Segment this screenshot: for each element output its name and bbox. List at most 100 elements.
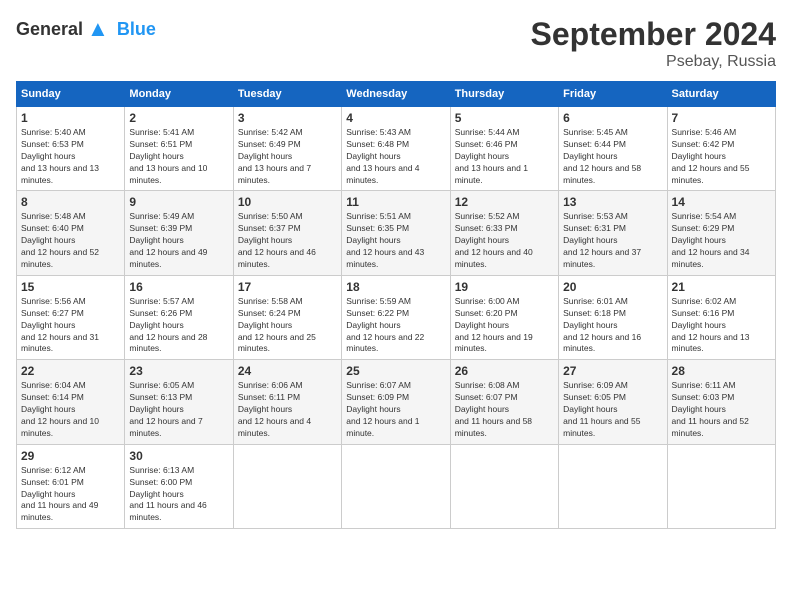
day-cell: 22 Sunrise: 6:04 AMSunset: 6:14 PMDayligh… — [17, 360, 125, 444]
day-info: Sunrise: 5:54 AMSunset: 6:29 PMDaylight … — [672, 211, 771, 270]
day-cell — [450, 444, 558, 528]
calendar-header-row: SundayMondayTuesdayWednesdayThursdayFrid… — [17, 82, 776, 107]
week-row-4: 22 Sunrise: 6:04 AMSunset: 6:14 PMDayligh… — [17, 360, 776, 444]
day-number: 4 — [346, 111, 445, 125]
day-number: 30 — [129, 449, 228, 463]
day-info: Sunrise: 5:42 AMSunset: 6:49 PMDaylight … — [238, 127, 337, 186]
day-cell — [342, 444, 450, 528]
day-info: Sunrise: 5:49 AMSunset: 6:39 PMDaylight … — [129, 211, 228, 270]
day-number: 13 — [563, 195, 662, 209]
day-info: Sunrise: 5:50 AMSunset: 6:37 PMDaylight … — [238, 211, 337, 270]
logo: General ▲ Blue — [16, 16, 156, 42]
day-number: 23 — [129, 364, 228, 378]
day-cell: 17 Sunrise: 5:58 AMSunset: 6:24 PMDayligh… — [233, 275, 341, 359]
week-row-5: 29 Sunrise: 6:12 AMSunset: 6:01 PMDayligh… — [17, 444, 776, 528]
calendar: SundayMondayTuesdayWednesdayThursdayFrid… — [16, 81, 776, 529]
day-number: 7 — [672, 111, 771, 125]
col-header-sunday: Sunday — [17, 82, 125, 107]
day-info: Sunrise: 5:44 AMSunset: 6:46 PMDaylight … — [455, 127, 554, 186]
day-info: Sunrise: 6:02 AMSunset: 6:16 PMDaylight … — [672, 296, 771, 355]
day-info: Sunrise: 5:59 AMSunset: 6:22 PMDaylight … — [346, 296, 445, 355]
day-cell: 21 Sunrise: 6:02 AMSunset: 6:16 PMDayligh… — [667, 275, 775, 359]
day-info: Sunrise: 5:56 AMSunset: 6:27 PMDaylight … — [21, 296, 120, 355]
day-number: 24 — [238, 364, 337, 378]
day-cell — [233, 444, 341, 528]
day-info: Sunrise: 6:04 AMSunset: 6:14 PMDaylight … — [21, 380, 120, 439]
day-number: 22 — [21, 364, 120, 378]
day-number: 12 — [455, 195, 554, 209]
day-cell: 14 Sunrise: 5:54 AMSunset: 6:29 PMDayligh… — [667, 191, 775, 275]
day-cell — [559, 444, 667, 528]
day-cell: 8 Sunrise: 5:48 AMSunset: 6:40 PMDaylight… — [17, 191, 125, 275]
day-cell: 27Sunrise: 6:09 AMSunset: 6:05 PMDayligh… — [559, 360, 667, 444]
day-info: Sunrise: 5:48 AMSunset: 6:40 PMDaylight … — [21, 211, 120, 270]
day-cell — [667, 444, 775, 528]
day-cell: 16Sunrise: 5:57 AMSunset: 6:26 PMDayligh… — [125, 275, 233, 359]
month-title: September 2024 — [531, 16, 776, 53]
day-cell: 5 Sunrise: 5:44 AMSunset: 6:46 PMDaylight… — [450, 107, 558, 191]
day-info: Sunrise: 6:05 AMSunset: 6:13 PMDaylight … — [129, 380, 228, 439]
day-info: Sunrise: 6:07 AMSunset: 6:09 PMDaylight … — [346, 380, 445, 439]
day-number: 25 — [346, 364, 445, 378]
day-info: Sunrise: 5:40 AMSunset: 6:53 PMDaylight … — [21, 127, 120, 186]
day-info: Sunrise: 5:46 AMSunset: 6:42 PMDaylight … — [672, 127, 771, 186]
day-info: Sunrise: 6:12 AMSunset: 6:01 PMDaylight … — [21, 465, 120, 524]
day-number: 14 — [672, 195, 771, 209]
location-title: Psebay, Russia — [531, 53, 776, 71]
day-info: Sunrise: 6:01 AMSunset: 6:18 PMDaylight … — [563, 296, 662, 355]
day-number: 9 — [129, 195, 228, 209]
col-header-tuesday: Tuesday — [233, 82, 341, 107]
day-cell: 3Sunrise: 5:42 AMSunset: 6:49 PMDaylight… — [233, 107, 341, 191]
day-cell: 7 Sunrise: 5:46 AMSunset: 6:42 PMDaylight… — [667, 107, 775, 191]
day-cell: 19Sunrise: 6:00 AMSunset: 6:20 PMDayligh… — [450, 275, 558, 359]
week-row-1: 1 Sunrise: 5:40 AMSunset: 6:53 PMDaylight… — [17, 107, 776, 191]
week-row-3: 15Sunrise: 5:56 AMSunset: 6:27 PMDayligh… — [17, 275, 776, 359]
day-info: Sunrise: 6:00 AMSunset: 6:20 PMDaylight … — [455, 296, 554, 355]
day-info: Sunrise: 5:45 AMSunset: 6:44 PMDaylight … — [563, 127, 662, 186]
day-info: Sunrise: 5:43 AMSunset: 6:48 PMDaylight … — [346, 127, 445, 186]
day-number: 20 — [563, 280, 662, 294]
day-cell: 23 Sunrise: 6:05 AMSunset: 6:13 PMDayligh… — [125, 360, 233, 444]
day-number: 10 — [238, 195, 337, 209]
day-cell: 12Sunrise: 5:52 AMSunset: 6:33 PMDayligh… — [450, 191, 558, 275]
day-cell: 15Sunrise: 5:56 AMSunset: 6:27 PMDayligh… — [17, 275, 125, 359]
day-cell: 24 Sunrise: 6:06 AMSunset: 6:11 PMDayligh… — [233, 360, 341, 444]
day-number: 28 — [672, 364, 771, 378]
col-header-saturday: Saturday — [667, 82, 775, 107]
day-cell: 30 Sunrise: 6:13 AMSunset: 6:00 PMDayligh… — [125, 444, 233, 528]
title-area: September 2024 Psebay, Russia — [531, 16, 776, 71]
day-info: Sunrise: 5:53 AMSunset: 6:31 PMDaylight … — [563, 211, 662, 270]
day-info: Sunrise: 6:06 AMSunset: 6:11 PMDaylight … — [238, 380, 337, 439]
day-cell: 20 Sunrise: 6:01 AMSunset: 6:18 PMDayligh… — [559, 275, 667, 359]
day-number: 16 — [129, 280, 228, 294]
day-number: 11 — [346, 195, 445, 209]
day-number: 18 — [346, 280, 445, 294]
day-cell: 18 Sunrise: 5:59 AMSunset: 6:22 PMDayligh… — [342, 275, 450, 359]
day-cell: 4 Sunrise: 5:43 AMSunset: 6:48 PMDaylight… — [342, 107, 450, 191]
logo-icon: ▲ — [87, 16, 109, 42]
day-number: 29 — [21, 449, 120, 463]
col-header-thursday: Thursday — [450, 82, 558, 107]
day-number: 5 — [455, 111, 554, 125]
day-cell: 26Sunrise: 6:08 AMSunset: 6:07 PMDayligh… — [450, 360, 558, 444]
day-cell: 9 Sunrise: 5:49 AMSunset: 6:39 PMDaylight… — [125, 191, 233, 275]
col-header-wednesday: Wednesday — [342, 82, 450, 107]
week-row-2: 8 Sunrise: 5:48 AMSunset: 6:40 PMDaylight… — [17, 191, 776, 275]
day-cell: 2 Sunrise: 5:41 AMSunset: 6:51 PMDaylight… — [125, 107, 233, 191]
day-number: 8 — [21, 195, 120, 209]
day-info: Sunrise: 5:41 AMSunset: 6:51 PMDaylight … — [129, 127, 228, 186]
day-info: Sunrise: 6:13 AMSunset: 6:00 PMDaylight … — [129, 465, 228, 524]
logo-blue: Blue — [117, 19, 156, 40]
day-cell: 1 Sunrise: 5:40 AMSunset: 6:53 PMDaylight… — [17, 107, 125, 191]
logo-general: General — [16, 19, 83, 40]
day-number: 21 — [672, 280, 771, 294]
day-info: Sunrise: 5:58 AMSunset: 6:24 PMDaylight … — [238, 296, 337, 355]
day-info: Sunrise: 6:11 AMSunset: 6:03 PMDaylight … — [672, 380, 771, 439]
day-cell: 28 Sunrise: 6:11 AMSunset: 6:03 PMDayligh… — [667, 360, 775, 444]
day-number: 1 — [21, 111, 120, 125]
day-number: 2 — [129, 111, 228, 125]
day-number: 17 — [238, 280, 337, 294]
day-cell: 10 Sunrise: 5:50 AMSunset: 6:37 PMDayligh… — [233, 191, 341, 275]
day-info: Sunrise: 5:51 AMSunset: 6:35 PMDaylight … — [346, 211, 445, 270]
day-cell: 29 Sunrise: 6:12 AMSunset: 6:01 PMDayligh… — [17, 444, 125, 528]
